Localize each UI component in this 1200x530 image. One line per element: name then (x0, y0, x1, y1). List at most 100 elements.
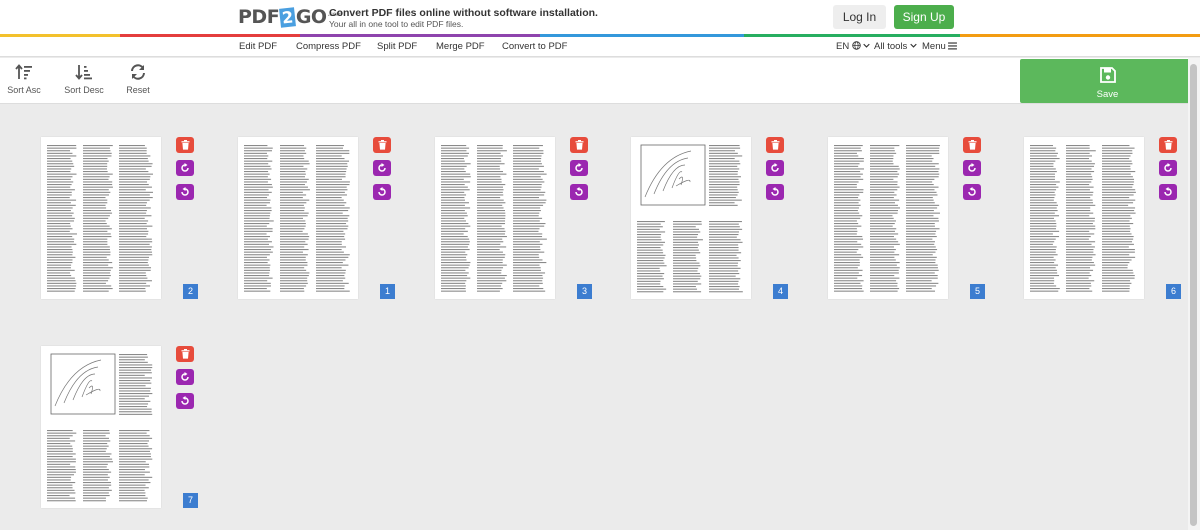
globe-icon (852, 41, 861, 50)
delete-page-button[interactable] (373, 137, 391, 153)
hamburger-icon (948, 42, 958, 50)
rotate-right-button[interactable] (373, 160, 391, 176)
rotate-left-icon (378, 187, 386, 196)
rotate-left-icon (1164, 187, 1172, 196)
logo-text-pdf: PDF (238, 6, 280, 28)
page-thumbnail-image (47, 145, 153, 292)
rotate-left-icon (181, 396, 189, 405)
delete-page-button[interactable] (963, 137, 981, 153)
menu-label: Menu (922, 41, 946, 52)
sort-desc-icon (75, 65, 92, 80)
menu-button[interactable]: Menu (922, 41, 958, 52)
page-thumbnail-image (637, 144, 743, 293)
all-tools-label: All tools (874, 41, 908, 52)
delete-page-button[interactable] (570, 137, 588, 153)
rotate-left-button[interactable] (1159, 184, 1177, 200)
page-thumbnail[interactable] (238, 137, 358, 299)
rotate-right-icon (771, 163, 779, 172)
page-thumbnail[interactable] (631, 137, 751, 299)
rotate-right-icon (378, 163, 386, 172)
trash-icon (575, 140, 583, 150)
refresh-icon (131, 64, 145, 80)
page-thumbnail[interactable] (435, 137, 555, 299)
main-nav: Edit PDF Compress PDF Split PDF Merge PD… (0, 37, 1200, 57)
page-thumbnail[interactable] (1024, 137, 1144, 299)
rotate-right-icon (1164, 163, 1172, 172)
page-number-badge: 2 (183, 284, 198, 299)
delete-page-button[interactable] (766, 137, 784, 153)
pdf2go-logo[interactable]: PDF 2 GO.com (238, 6, 342, 28)
delete-page-button[interactable] (176, 137, 194, 153)
delete-page-button[interactable] (1159, 137, 1177, 153)
language-label: EN (836, 41, 850, 52)
rotate-left-button[interactable] (963, 184, 981, 200)
signup-button[interactable]: Sign Up (894, 5, 954, 29)
rotate-right-icon (968, 163, 976, 172)
rotate-right-button[interactable] (766, 160, 784, 176)
trash-icon (1164, 140, 1172, 150)
rotate-right-button[interactable] (963, 160, 981, 176)
rotate-right-button[interactable] (1159, 160, 1177, 176)
rotate-right-icon (181, 163, 189, 172)
page-number-badge: 5 (970, 284, 985, 299)
rotate-left-icon (575, 187, 583, 196)
page-thumbnail-image (441, 145, 547, 292)
page-thumbnail[interactable] (828, 137, 948, 299)
vertical-scrollbar[interactable] (1188, 58, 1200, 530)
page-thumbnail-image (244, 145, 350, 292)
page-number-badge: 1 (380, 284, 395, 299)
trash-icon (378, 140, 386, 150)
rotate-left-icon (181, 187, 189, 196)
nav-convert-to-pdf[interactable]: Convert to PDF (502, 41, 567, 52)
rotate-left-button[interactable] (176, 393, 194, 409)
floppy-disk-icon (1099, 67, 1116, 83)
reset-label: Reset (126, 85, 150, 95)
trash-icon (771, 140, 779, 150)
trash-icon (181, 140, 189, 150)
save-button[interactable]: Save (1020, 59, 1195, 103)
rotate-right-button[interactable] (176, 160, 194, 176)
nav-edit-pdf[interactable]: Edit PDF (239, 41, 277, 52)
tagline-sub: Your all in one tool to edit PDF files. (329, 19, 464, 29)
rotate-left-button[interactable] (766, 184, 784, 200)
delete-page-button[interactable] (176, 346, 194, 362)
save-label: Save (1096, 89, 1119, 100)
reset-button[interactable]: Reset (115, 64, 161, 95)
chevron-down-icon (910, 43, 917, 48)
sort-desc-label: Sort Desc (64, 85, 104, 95)
rotate-left-button[interactable] (176, 184, 194, 200)
rotate-left-icon (968, 187, 976, 196)
sort-asc-button[interactable]: Sort Asc (1, 64, 47, 95)
site-header: PDF 2 GO.com Convert PDF files online with… (0, 0, 1200, 34)
chevron-down-icon (863, 43, 871, 48)
page-number-badge: 3 (577, 284, 592, 299)
all-tools-dropdown[interactable]: All tools (874, 41, 917, 52)
trash-icon (181, 349, 189, 359)
language-selector[interactable]: EN (836, 41, 871, 52)
page-number-badge: 7 (183, 493, 198, 508)
rotate-right-button[interactable] (176, 369, 194, 385)
logo-text-go: GO (295, 6, 327, 28)
logo-text-two: 2 (279, 7, 296, 28)
nav-compress-pdf[interactable]: Compress PDF (296, 41, 361, 52)
page-thumbnail[interactable] (41, 137, 161, 299)
page-number-badge: 4 (773, 284, 788, 299)
page-number-badge: 6 (1166, 284, 1181, 299)
rotate-left-button[interactable] (373, 184, 391, 200)
page-thumbnail-image (834, 145, 940, 292)
sort-asc-label: Sort Asc (7, 85, 41, 95)
sort-asc-icon (15, 64, 32, 80)
rotate-right-button[interactable] (570, 160, 588, 176)
page-thumbnail[interactable] (41, 346, 161, 508)
page-thumbnail-image (47, 353, 153, 502)
rotate-right-icon (575, 163, 583, 172)
nav-merge-pdf[interactable]: Merge PDF (436, 41, 485, 52)
rotate-left-icon (771, 187, 779, 196)
rotate-left-button[interactable] (570, 184, 588, 200)
sort-desc-button[interactable]: Sort Desc (61, 64, 107, 95)
scrollbar-thumb[interactable] (1190, 64, 1197, 526)
rotate-right-icon (181, 372, 189, 381)
nav-split-pdf[interactable]: Split PDF (377, 41, 417, 52)
page-thumbnail-image (1030, 145, 1136, 292)
login-button[interactable]: Log In (833, 5, 886, 29)
